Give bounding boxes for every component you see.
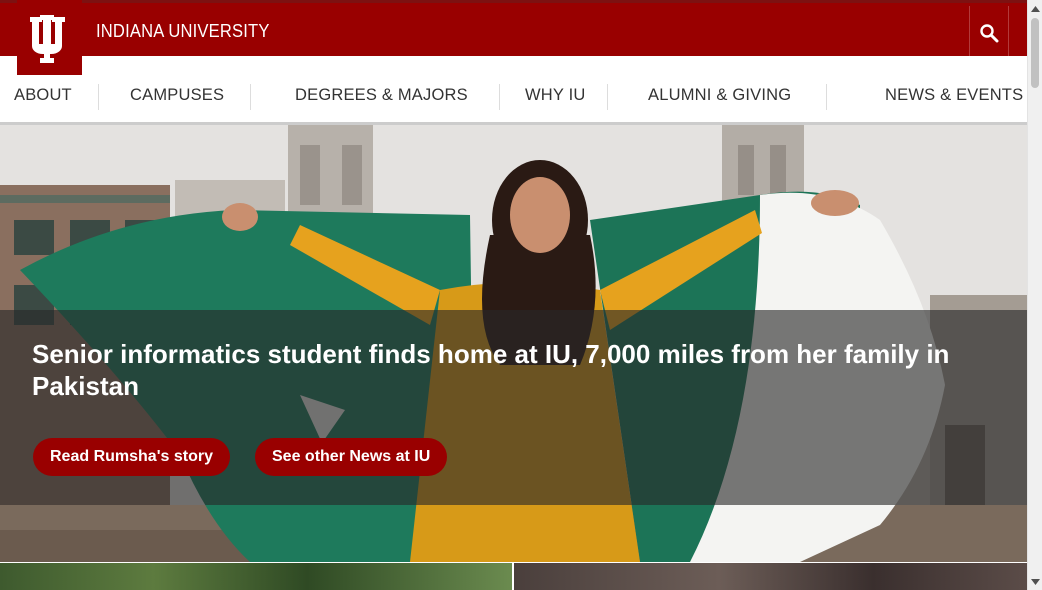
nav-item-degrees-majors[interactable]: DEGREES & MAJORS: [295, 86, 468, 105]
hero-banner: Senior informatics student finds home at…: [0, 125, 1027, 562]
scroll-up-arrow-icon[interactable]: [1028, 0, 1042, 17]
scrollbar-thumb[interactable]: [1031, 18, 1039, 88]
nav-item-news-events[interactable]: NEWS & EVENTS: [885, 86, 1023, 105]
main-nav: ABOUT CAMPUSES DEGREES & MAJORS WHY IU A…: [0, 56, 1027, 122]
read-story-button[interactable]: Read Rumsha's story: [33, 438, 230, 476]
nav-item-about[interactable]: ABOUT: [14, 86, 72, 105]
header-bar: INDIANA UNIVERSITY: [0, 0, 1027, 59]
nav-item-alumni-giving[interactable]: ALUMNI & GIVING: [648, 86, 791, 105]
nav-divider: [250, 84, 251, 110]
nav-divider: [499, 84, 500, 110]
nav-divider: [98, 84, 99, 110]
nav-divider: [826, 84, 827, 110]
iu-trident-icon: [29, 14, 65, 63]
university-title[interactable]: INDIANA UNIVERSITY: [96, 21, 270, 42]
nav-item-campuses[interactable]: CAMPUSES: [130, 86, 224, 105]
nav-divider: [607, 84, 608, 110]
feature-thumbnail[interactable]: [0, 563, 512, 590]
vertical-scrollbar[interactable]: [1027, 0, 1042, 590]
scroll-down-arrow-icon[interactable]: [1028, 573, 1042, 590]
search-icon: [980, 23, 999, 42]
other-news-button[interactable]: See other News at IU: [255, 438, 448, 476]
hero-headline[interactable]: Senior informatics student finds home at…: [32, 338, 1012, 402]
iu-logo[interactable]: [17, 0, 82, 75]
feature-thumbnail[interactable]: [514, 563, 1027, 590]
search-button[interactable]: [969, 6, 1009, 59]
nav-item-why-iu[interactable]: WHY IU: [525, 86, 585, 105]
